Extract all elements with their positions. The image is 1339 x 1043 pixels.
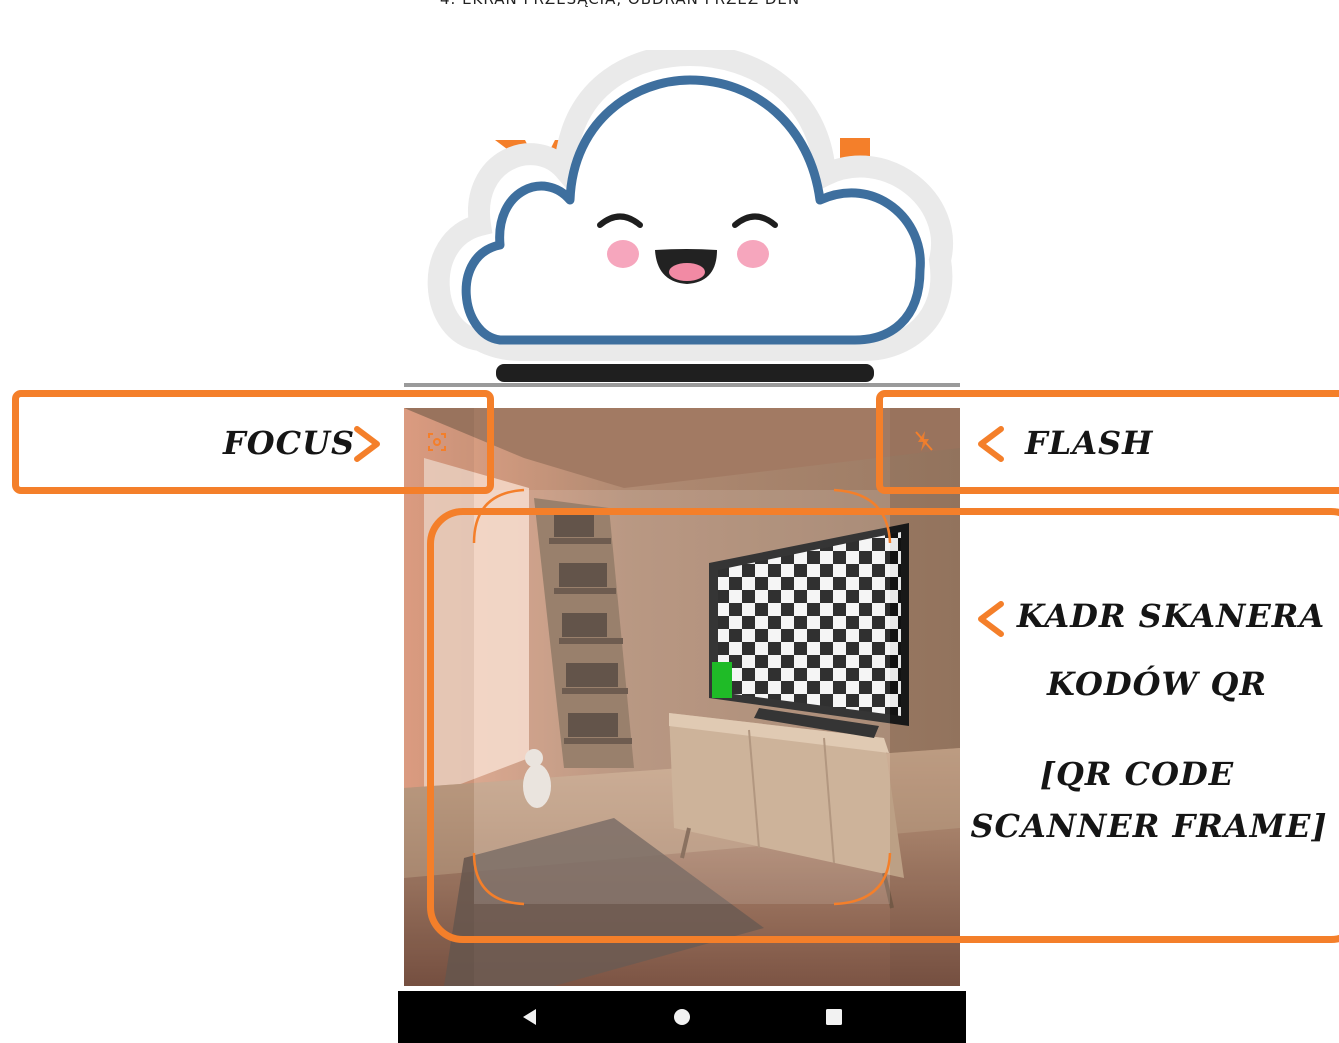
recents-icon <box>826 1009 842 1025</box>
recents-button[interactable] <box>814 997 854 1037</box>
android-nav-bar <box>398 991 966 1043</box>
flash-label: FLASH <box>1025 424 1154 462</box>
back-icon <box>523 1009 536 1025</box>
frame-label-line: SCANNER FRAME] <box>970 807 1328 845</box>
home-button[interactable] <box>662 997 702 1037</box>
home-icon <box>674 1009 690 1025</box>
frame-label-line: [QR CODE <box>1039 755 1235 793</box>
arrow-right-icon <box>354 426 380 462</box>
arrow-left-icon <box>978 426 1004 462</box>
back-button[interactable] <box>510 997 550 1037</box>
cloud-mascot-logo <box>427 50 953 361</box>
top-caption: 4. EKRAN PRZESĄCIA, OBDRAN PRZEZ DEN <box>440 0 1000 10</box>
divider <box>404 383 960 387</box>
focus-label: FOCUS <box>223 424 356 462</box>
arrow-left-icon <box>978 601 1004 637</box>
frame-label-line: KADR SKANERA <box>1016 597 1326 635</box>
scanner-frame-callout-box <box>427 508 1339 943</box>
frame-label-line: KODÓW QR <box>1047 665 1267 703</box>
